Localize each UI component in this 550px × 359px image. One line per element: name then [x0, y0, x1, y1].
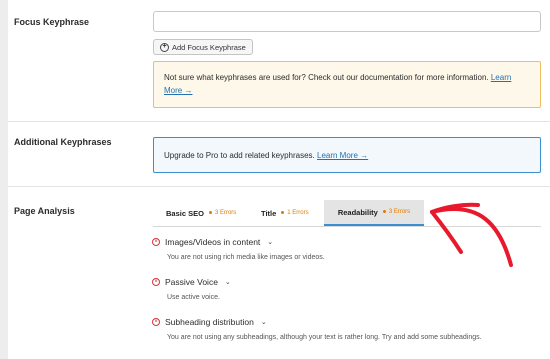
error-badge: 1 Errors [281, 210, 309, 216]
dot-icon [382, 209, 386, 213]
tab-title[interactable]: Title 1 Errors [261, 200, 309, 226]
chevron-down-icon: ⌄ [267, 239, 274, 246]
tab-label: Readability [337, 207, 378, 217]
tab-label: Basic SEO [166, 208, 204, 218]
settings-panel [8, 0, 550, 359]
error-badge: 3 Errors [382, 209, 410, 215]
tab-basic-seo[interactable]: Basic SEO 3 Errors [166, 200, 236, 226]
upgrade-text: Upgrade to Pro to add related keyphrases… [164, 151, 315, 160]
keyphrase-help-notice: Not sure what keyphrases are used for? C… [153, 61, 541, 108]
result-description: You are not using rich media like images… [167, 254, 325, 261]
dot-icon [281, 210, 285, 214]
tab-label: Title [261, 208, 277, 218]
page-analysis-label: Page Analysis [14, 206, 75, 216]
additional-keyphrases-label: Additional Keyphrases [14, 137, 112, 147]
error-circle-icon: × [152, 278, 160, 286]
dot-icon [208, 210, 212, 214]
chevron-down-icon: ⌄ [260, 319, 267, 326]
result-title: Passive Voice [165, 277, 218, 287]
section-divider [8, 121, 550, 122]
upgrade-learn-more-link[interactable]: Learn More → [317, 151, 368, 160]
plus-circle-icon: + [160, 42, 169, 52]
result-subheading-toggle[interactable]: × Subheading distribution ⌄ [152, 317, 267, 327]
error-badge: 3 Errors [208, 210, 236, 216]
result-description: You are not using any subheadings, altho… [167, 334, 482, 341]
result-passive-voice-toggle[interactable]: × Passive Voice ⌄ [152, 277, 231, 287]
tab-readability[interactable]: Readability 3 Errors [324, 200, 424, 226]
section-divider [8, 186, 550, 187]
add-focus-keyphrase-button[interactable]: + Add Focus Keyphrase [153, 39, 253, 55]
error-circle-icon: × [152, 238, 160, 246]
focus-keyphrase-label: Focus Keyphrase [14, 17, 90, 27]
upgrade-notice: Upgrade to Pro to add related keyphrases… [153, 137, 541, 173]
focus-keyphrase-input[interactable] [153, 11, 541, 32]
result-title: Subheading distribution [165, 317, 254, 327]
error-circle-icon: × [152, 318, 160, 326]
result-title: Images/Videos in content [165, 237, 261, 247]
chevron-down-icon: ⌄ [224, 279, 231, 286]
keyphrase-help-text: Not sure what keyphrases are used for? C… [164, 73, 489, 82]
result-images-videos-toggle[interactable]: × Images/Videos in content ⌄ [152, 237, 273, 247]
tab-underline [153, 226, 541, 227]
result-description: Use active voice. [167, 294, 220, 301]
add-focus-keyphrase-label: Add Focus Keyphrase [172, 42, 246, 52]
